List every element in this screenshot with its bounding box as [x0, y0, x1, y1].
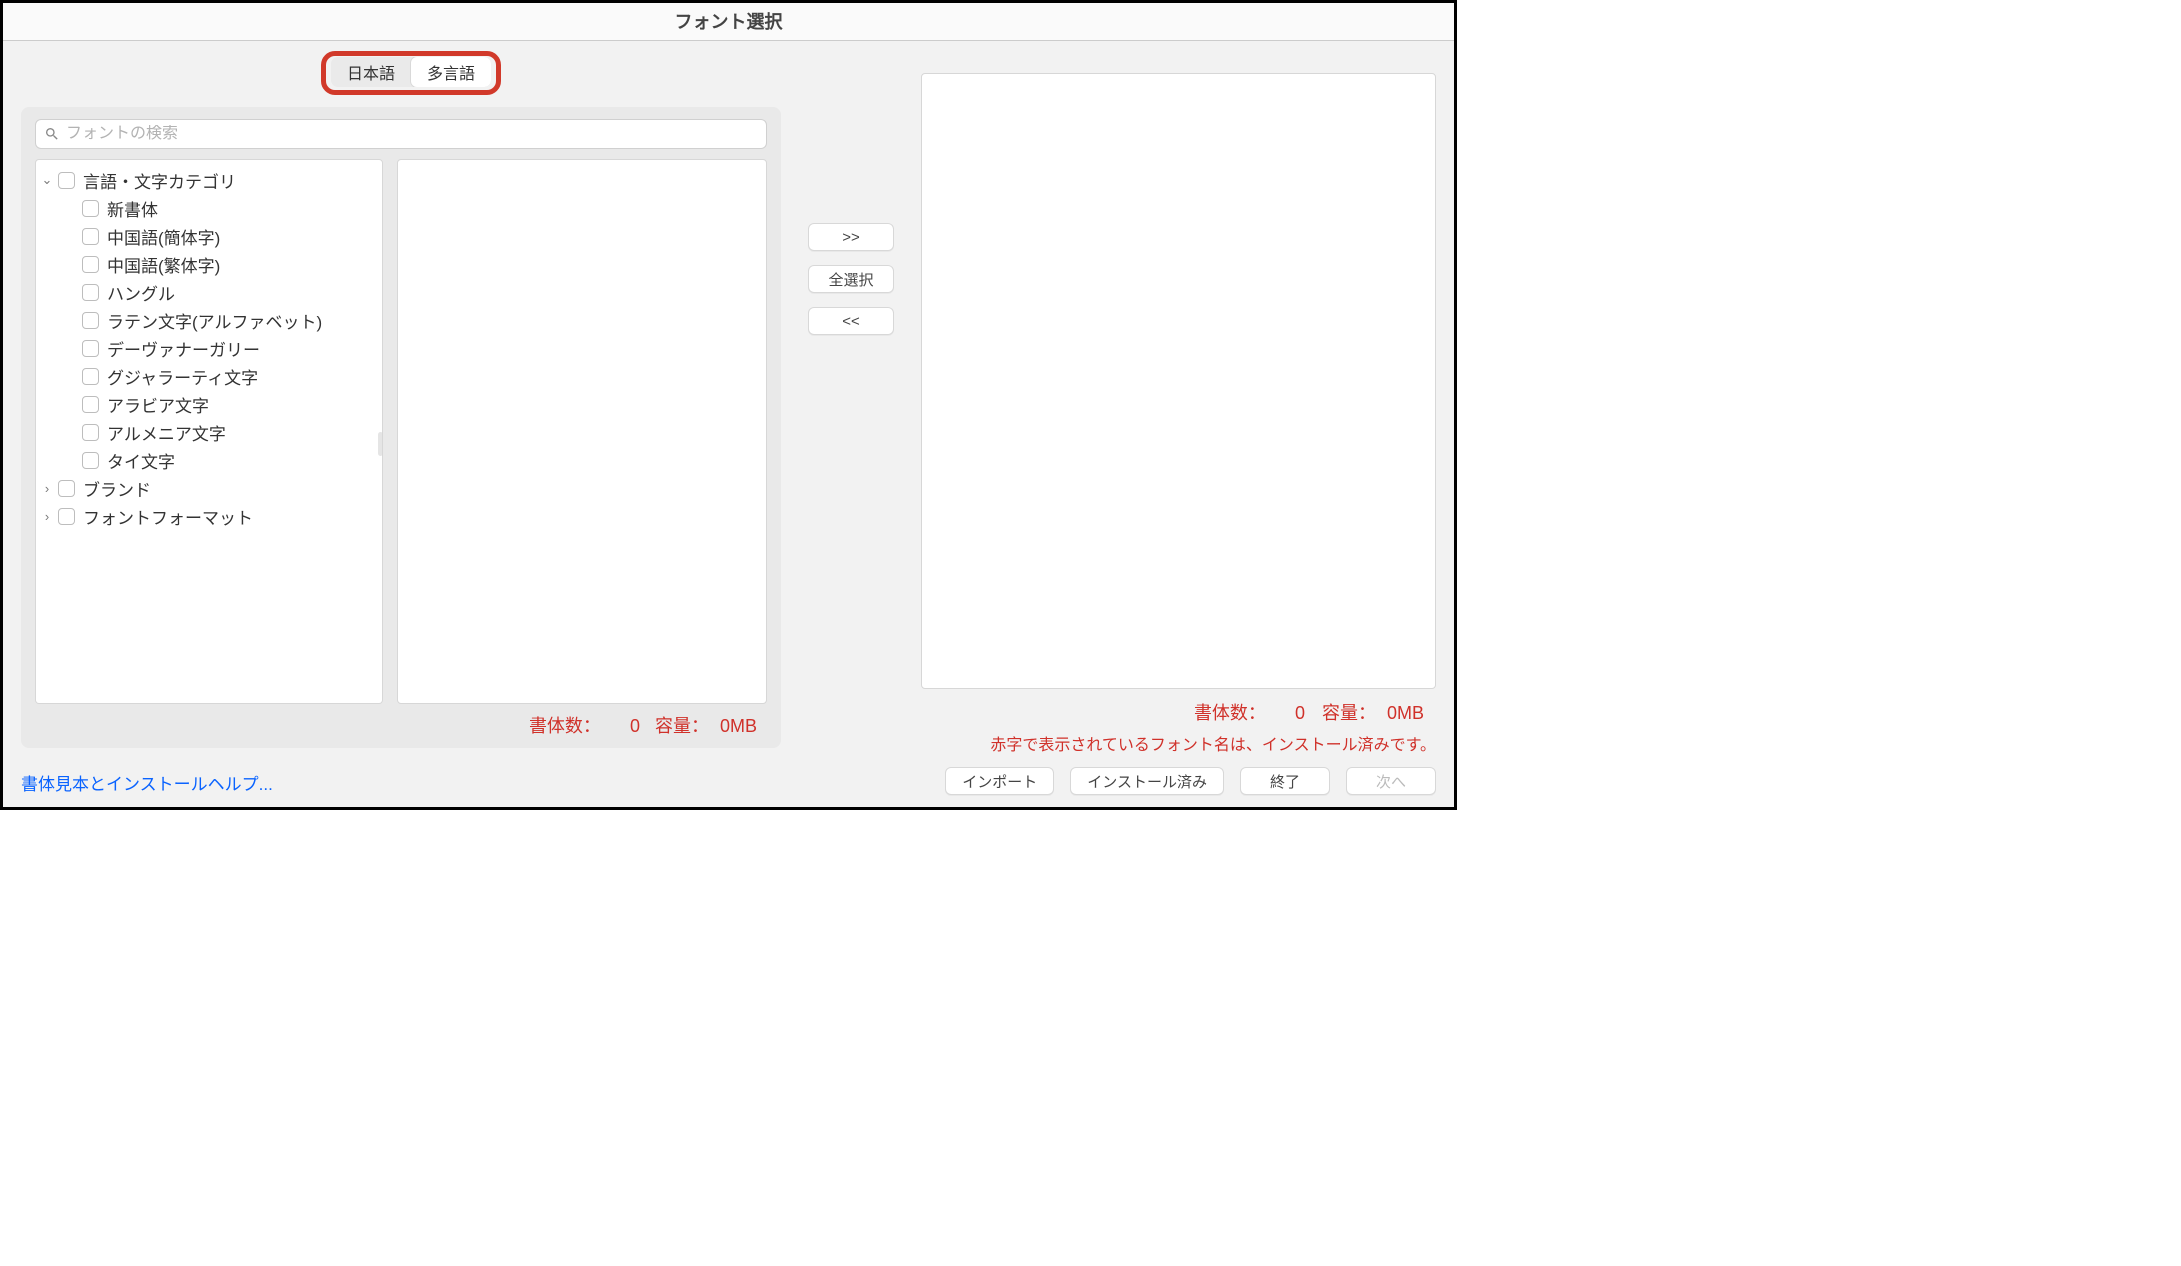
checkbox[interactable] — [82, 256, 99, 273]
source-panel: ⌄ 言語・文字カテゴリ 新書体 中国語(簡体字) 中国語(繁体字) ハングル ラ… — [21, 107, 781, 748]
source-lists: ⌄ 言語・文字カテゴリ 新書体 中国語(簡体字) 中国語(繁体字) ハングル ラ… — [35, 159, 767, 704]
checkbox[interactable] — [58, 172, 75, 189]
category-tree[interactable]: ⌄ 言語・文字カテゴリ 新書体 中国語(簡体字) 中国語(繁体字) ハングル ラ… — [35, 159, 383, 704]
checkbox[interactable] — [82, 284, 99, 301]
source-footer: 書体数： 0 容量： 0MB — [35, 712, 767, 738]
tree-label: グジャラーティ文字 — [107, 364, 258, 389]
tree-label: 新書体 — [107, 196, 158, 221]
tree-label: 中国語(簡体字) — [107, 224, 220, 249]
tree-label: 中国語(繁体字) — [107, 252, 220, 277]
tree-item[interactable]: 中国語(繁体字) — [40, 250, 378, 278]
search-input[interactable] — [66, 125, 758, 143]
checkbox[interactable] — [82, 228, 99, 245]
checkbox[interactable] — [58, 480, 75, 497]
splitter-handle[interactable] — [378, 432, 383, 456]
import-button[interactable]: インポート — [945, 767, 1054, 795]
quit-button[interactable]: 終了 — [1240, 767, 1330, 795]
checkbox[interactable] — [82, 396, 99, 413]
selection-footer: 書体数： 0 容量： 0MB — [921, 699, 1436, 725]
tab-multilingual[interactable]: 多言語 — [411, 57, 491, 87]
tree-node-format[interactable]: › フォントフォーマット — [40, 502, 378, 530]
tree-item[interactable]: 中国語(簡体字) — [40, 222, 378, 250]
tree-item[interactable]: デーヴァナーガリー — [40, 334, 378, 362]
tree-item[interactable]: アラビア文字 — [40, 390, 378, 418]
font-select-window: フォント選択 日本語 多言語 ⌄ — [0, 0, 1457, 810]
tree-label: フォントフォーマット — [83, 504, 253, 529]
search-icon — [44, 126, 60, 142]
selected-font-list[interactable] — [921, 73, 1436, 689]
size-value: 0MB — [1387, 703, 1424, 724]
font-list[interactable] — [397, 159, 767, 704]
chevron-down-icon[interactable]: ⌄ — [40, 172, 54, 188]
checkbox[interactable] — [82, 424, 99, 441]
checkbox[interactable] — [58, 508, 75, 525]
count-value: 0 — [612, 716, 640, 737]
tree-item[interactable]: ハングル — [40, 278, 378, 306]
remove-all-button[interactable]: << — [808, 307, 894, 335]
select-all-button[interactable]: 全選択 — [808, 265, 894, 293]
right-column: 書体数： 0 容量： 0MB 赤字で表示されているフォント名は、インストール済み… — [921, 53, 1436, 795]
add-all-button[interactable]: >> — [808, 223, 894, 251]
count-label: 書体数： — [1194, 703, 1266, 723]
size-value: 0MB — [720, 716, 757, 737]
window-body: 日本語 多言語 ⌄ 言語・文字カテゴリ — [3, 41, 1454, 807]
tree-label: ラテン文字(アルファベット) — [107, 308, 322, 333]
size-label: 容量： — [655, 716, 709, 736]
tree-label: タイ文字 — [107, 448, 175, 473]
tree-label: ハングル — [107, 280, 175, 305]
installed-note: 赤字で表示されているフォント名は、インストール済みです。 — [921, 731, 1436, 755]
checkbox[interactable] — [82, 312, 99, 329]
tree-node-top[interactable]: ⌄ 言語・文字カテゴリ — [40, 166, 378, 194]
action-row: インポート インストール済み 終了 次へ — [921, 767, 1436, 795]
tree-item[interactable]: グジャラーティ文字 — [40, 362, 378, 390]
tree-item[interactable]: 新書体 — [40, 194, 378, 222]
tree-label: ブランド — [83, 476, 151, 501]
checkbox[interactable] — [82, 368, 99, 385]
installed-button[interactable]: インストール済み — [1070, 767, 1224, 795]
tree-label: アラビア文字 — [107, 392, 209, 417]
help-link[interactable]: 書体見本とインストールヘルプ... — [21, 770, 781, 795]
tree-item[interactable]: アルメニア文字 — [40, 418, 378, 446]
tree-item[interactable]: ラテン文字(アルファベット) — [40, 306, 378, 334]
tab-japanese[interactable]: 日本語 — [331, 57, 411, 87]
tree-label: デーヴァナーガリー — [107, 336, 260, 361]
checkbox[interactable] — [82, 340, 99, 357]
next-button[interactable]: 次へ — [1346, 767, 1436, 795]
transfer-buttons: >> 全選択 << — [781, 53, 921, 795]
tab-row: 日本語 多言語 — [21, 53, 781, 103]
size-label: 容量： — [1322, 703, 1376, 723]
tree-node-brand[interactable]: › ブランド — [40, 474, 378, 502]
window-title: フォント選択 — [3, 3, 1454, 41]
tree-label: アルメニア文字 — [107, 420, 226, 445]
count-value: 0 — [1277, 703, 1305, 724]
tree-item[interactable]: タイ文字 — [40, 446, 378, 474]
language-segmented-control: 日本語 多言語 — [331, 57, 491, 87]
checkbox[interactable] — [82, 452, 99, 469]
checkbox[interactable] — [82, 200, 99, 217]
chevron-right-icon[interactable]: › — [40, 509, 54, 524]
search-field-wrap[interactable] — [35, 119, 767, 149]
count-label: 書体数： — [529, 716, 601, 736]
left-column: 日本語 多言語 ⌄ 言語・文字カテゴリ — [21, 53, 781, 795]
chevron-right-icon[interactable]: › — [40, 481, 54, 496]
tree-label: 言語・文字カテゴリ — [83, 168, 236, 193]
